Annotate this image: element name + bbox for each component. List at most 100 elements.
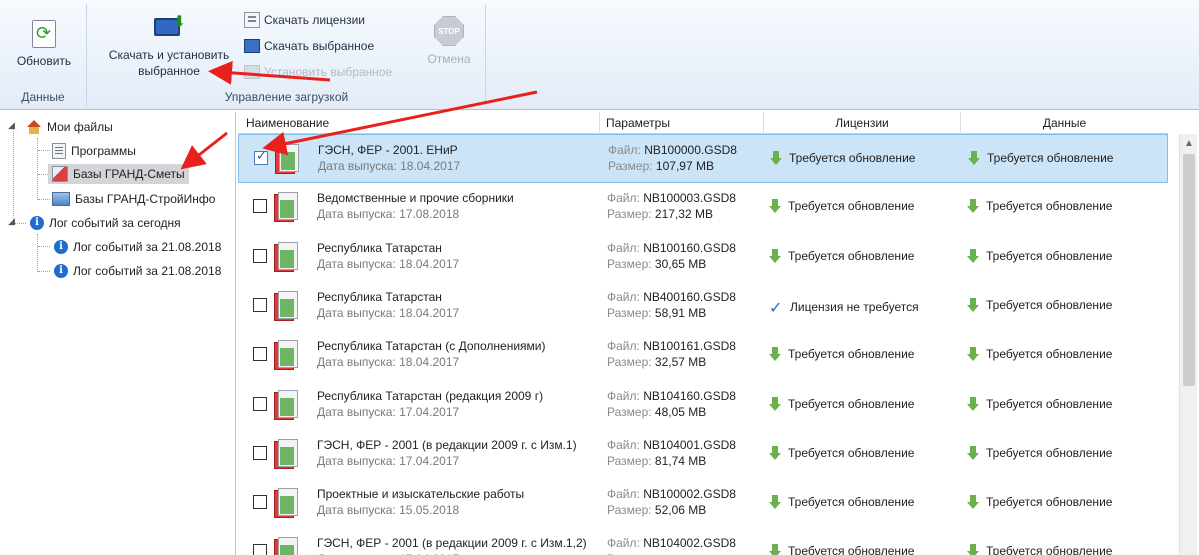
table-row[interactable]: Проектные и изыскательские работы Дата вы… [238,479,1168,528]
row-data-status: Требуется обновление [967,445,1112,460]
house-icon [26,120,42,134]
row-size: Размер: 32,57 MB [607,355,707,370]
tree-item-programs[interactable]: Программы [52,141,136,161]
row-license-status: Требуется обновление [769,495,914,510]
table-row[interactable]: Республика Татарстан (с Дополнениями) Дат… [238,331,1168,380]
database-book-icon [274,192,298,224]
row-checkbox[interactable] [253,248,267,263]
vertical-scrollbar[interactable]: ▲ [1179,134,1197,555]
tree-item-log-today[interactable]: i Лог событий за сегодня [30,213,181,233]
database-book-icon [274,488,298,520]
table-row[interactable]: ГЭСН, ФЕР - 2001 (в редакции 2009 г. с И… [238,430,1168,479]
table-row[interactable]: ГЭСН, ФЕР - 2001 (в редакции 2009 г. с И… [238,528,1168,555]
row-file: Файл: NB400160.GSD8 [607,289,736,304]
row-date: Дата выпуска: 18.04.2017 [317,355,460,370]
row-license-status: Требуется обновление [770,151,915,165]
down-arrow-icon [770,151,782,165]
row-file: Файл: NB104001.GSD8 [607,437,736,452]
column-header-parameters[interactable]: Параметры [600,112,764,134]
row-name: ГЭСН, ФЕР - 2001 (в редакции 2009 г. с И… [317,437,577,452]
download-install-button[interactable]: ⬇ Скачать и установить выбранное [100,12,238,78]
grid-header: Наименование Параметры Лицензии Данные [238,112,1168,134]
row-name: Республика Татарстан [317,240,442,255]
tree-item-log-1[interactable]: i Лог событий за 21.08.2018 [54,237,221,257]
ribbon-group-data: Обновить Данные [0,4,87,106]
row-data-status: Требуется обновление [968,151,1113,165]
row-size: Размер: 58,91 MB [607,305,707,320]
row-checkbox[interactable] [253,544,267,555]
download-selected-icon [244,39,260,53]
row-checkbox[interactable] [253,495,267,510]
row-file: Файл: NB100003.GSD8 [607,191,736,206]
row-license-status: Требуется обновление [769,248,914,263]
tree-item-grand-stroyinfo[interactable]: Базы ГРАНД-СтройИнфо [52,189,215,209]
table-row[interactable]: Республика Татарстан Дата выпуска: 18.04.… [238,233,1168,282]
row-date: Дата выпуска: 18.04.2017 [318,159,461,173]
scrollbar-thumb[interactable] [1183,154,1195,386]
row-checkbox[interactable] [254,149,268,165]
row-file: Файл: NB100002.GSD8 [607,487,736,502]
stop-icon: STOP [434,16,464,46]
scroll-up-icon[interactable]: ▲ [1184,138,1194,149]
cancel-label: Отмена [427,52,471,66]
column-header-data[interactable]: Данные [961,112,1168,134]
down-arrow-icon [769,445,781,460]
column-header-name[interactable]: Наименование [238,112,600,134]
row-checkbox[interactable] [253,199,267,214]
down-arrow-icon [967,248,979,263]
refresh-button[interactable]: Обновить [8,20,80,68]
row-data-status: Требуется обновление [967,297,1112,312]
row-date: Дата выпуска: 15.05.2018 [317,503,460,518]
down-arrow-icon [967,347,979,362]
tree-item-log-2[interactable]: i Лог событий за 21.08.2018 [54,261,221,281]
table-row[interactable]: Ведомственные и прочие сборники Дата выпу… [238,183,1168,232]
collapse-icon[interactable]: ◢ [8,217,15,227]
check-icon: ✓ [769,297,783,317]
table-row[interactable]: ГЭСН, ФЕР - 2001. ЕНиР Дата выпуска: 18.0… [238,134,1168,183]
table-row[interactable]: Республика Татарстан Дата выпуска: 18.04.… [238,282,1168,331]
row-checkbox[interactable] [253,347,267,362]
tree-item-grand-smety[interactable]: Базы ГРАНД-Сметы [48,164,189,184]
collapse-icon[interactable]: ◢ [8,121,15,131]
column-header-licenses[interactable]: Лицензии [764,112,961,134]
download-selected-button[interactable]: Скачать выбранное [244,36,374,56]
cancel-button[interactable]: STOP Отмена [416,16,482,66]
tree-label: Базы ГРАНД-СтройИнфо [75,192,216,206]
row-size: Размер: 48,05 MB [607,404,707,419]
download-install-label-line2: выбранное [138,64,200,78]
tree-label: Лог событий за 21.08.2018 [73,240,222,254]
row-name: Ведомственные и прочие сборники [317,191,514,206]
row-license-status: Требуется обновление [769,544,914,555]
app-window: { "ribbon": { "refresh_label": "Обновить… [0,0,1199,555]
row-date: Дата выпуска: 17.04.2017 [317,453,460,468]
row-checkbox[interactable] [253,297,267,312]
database-book-icon [274,241,298,274]
row-checkbox[interactable] [253,396,267,411]
tree-label: Лог событий за сегодня [49,216,181,230]
row-name: Проектные и изыскательские работы [317,487,525,502]
download-install-label-line1: Скачать и установить [108,48,230,62]
download-licenses-button[interactable]: Скачать лицензии [244,10,365,30]
navigation-tree: ◢ Мои файлы Программы Базы ГРАНД-Сметы Б… [0,112,236,555]
row-checkbox[interactable] [253,445,267,460]
row-license-status: Требуется обновление [769,445,914,460]
ribbon: Обновить Данные ⬇ Скачать и установить в… [0,0,1199,110]
database-book-icon [274,438,298,471]
row-file: Файл: NB100161.GSD8 [607,339,736,354]
row-file: Файл: NB100000.GSD8 [608,143,737,157]
install-selected-button[interactable]: Установить выбранное [244,62,392,82]
row-size: Размер: 52,06 MB [607,503,707,518]
download-install-icon: ⬇ [152,12,186,42]
tree-item-my-files[interactable]: Мои файлы [26,117,113,137]
row-data-status: Требуется обновление [967,248,1112,263]
download-selected-label: Скачать выбранное [264,39,375,53]
download-licenses-label: Скачать лицензии [264,13,365,27]
tree-label: Программы [71,144,136,158]
refresh-icon [32,20,56,48]
database-icon [52,166,68,182]
install-selected-label: Установить выбранное [264,65,393,79]
down-arrow-icon [769,347,781,362]
row-name: ГЭСН, ФЕР - 2001 (в редакции 2009 г. с И… [317,536,587,551]
table-row[interactable]: Республика Татарстан (редакция 2009 г) Да… [238,381,1168,430]
row-license-status: ✓ Лицензия не требуется [769,297,919,317]
